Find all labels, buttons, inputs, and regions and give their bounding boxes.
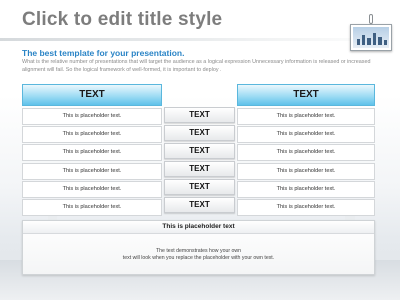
right-column-header[interactable]: TEXT — [237, 84, 375, 106]
left-cell[interactable]: This is placeholder text. — [22, 198, 162, 216]
middle-column: TEXT TEXT TEXT TEXT TEXT TEXT — [164, 107, 235, 216]
middle-label[interactable]: TEXT — [164, 125, 235, 142]
left-column-header[interactable]: TEXT — [22, 84, 162, 106]
right-column: This is placeholder text. This is placeh… — [237, 108, 375, 217]
left-cell[interactable]: This is placeholder text. — [22, 126, 162, 144]
left-cell[interactable]: This is placeholder text. — [22, 144, 162, 162]
slide: Click to edit title style The best templ… — [0, 0, 400, 300]
left-column: This is placeholder text. This is placeh… — [22, 108, 162, 217]
right-cell[interactable]: This is placeholder text. — [237, 144, 375, 162]
right-cell[interactable]: This is placeholder text. — [237, 162, 375, 180]
middle-label[interactable]: TEXT — [164, 179, 235, 196]
left-cell[interactable]: This is placeholder text. — [22, 180, 162, 198]
right-cell[interactable]: This is placeholder text. — [237, 126, 375, 144]
bottom-box-body[interactable]: The text demonstrates how your own text … — [23, 248, 374, 262]
left-cell[interactable]: This is placeholder text. — [22, 162, 162, 180]
bottom-body-line: text will look when you replace the plac… — [122, 255, 275, 261]
hanger-hook-icon — [369, 14, 373, 24]
middle-label[interactable]: TEXT — [164, 143, 235, 160]
right-cell[interactable]: This is placeholder text. — [237, 180, 375, 198]
bottom-body-line: The text demonstrates how your own — [155, 248, 242, 254]
slide-title[interactable]: Click to edit title style — [22, 9, 222, 31]
middle-label[interactable]: TEXT — [164, 197, 235, 214]
subtitle[interactable]: The best template for your presentation. — [22, 48, 184, 58]
hanging-picture — [350, 24, 392, 51]
right-cell[interactable]: This is placeholder text. — [237, 198, 375, 216]
bottom-box-heading[interactable]: This is placeholder text — [23, 221, 374, 234]
middle-label[interactable]: TEXT — [164, 107, 235, 123]
bottom-text-box[interactable]: This is placeholder text The text demons… — [22, 220, 375, 275]
title-divider — [0, 38, 400, 41]
city-skyline-icon — [353, 27, 389, 48]
left-cell[interactable]: This is placeholder text. — [22, 108, 162, 125]
description-text[interactable]: What is the relative number of presentat… — [22, 59, 372, 74]
middle-label[interactable]: TEXT — [164, 161, 235, 178]
right-cell[interactable]: This is placeholder text. — [237, 108, 375, 125]
